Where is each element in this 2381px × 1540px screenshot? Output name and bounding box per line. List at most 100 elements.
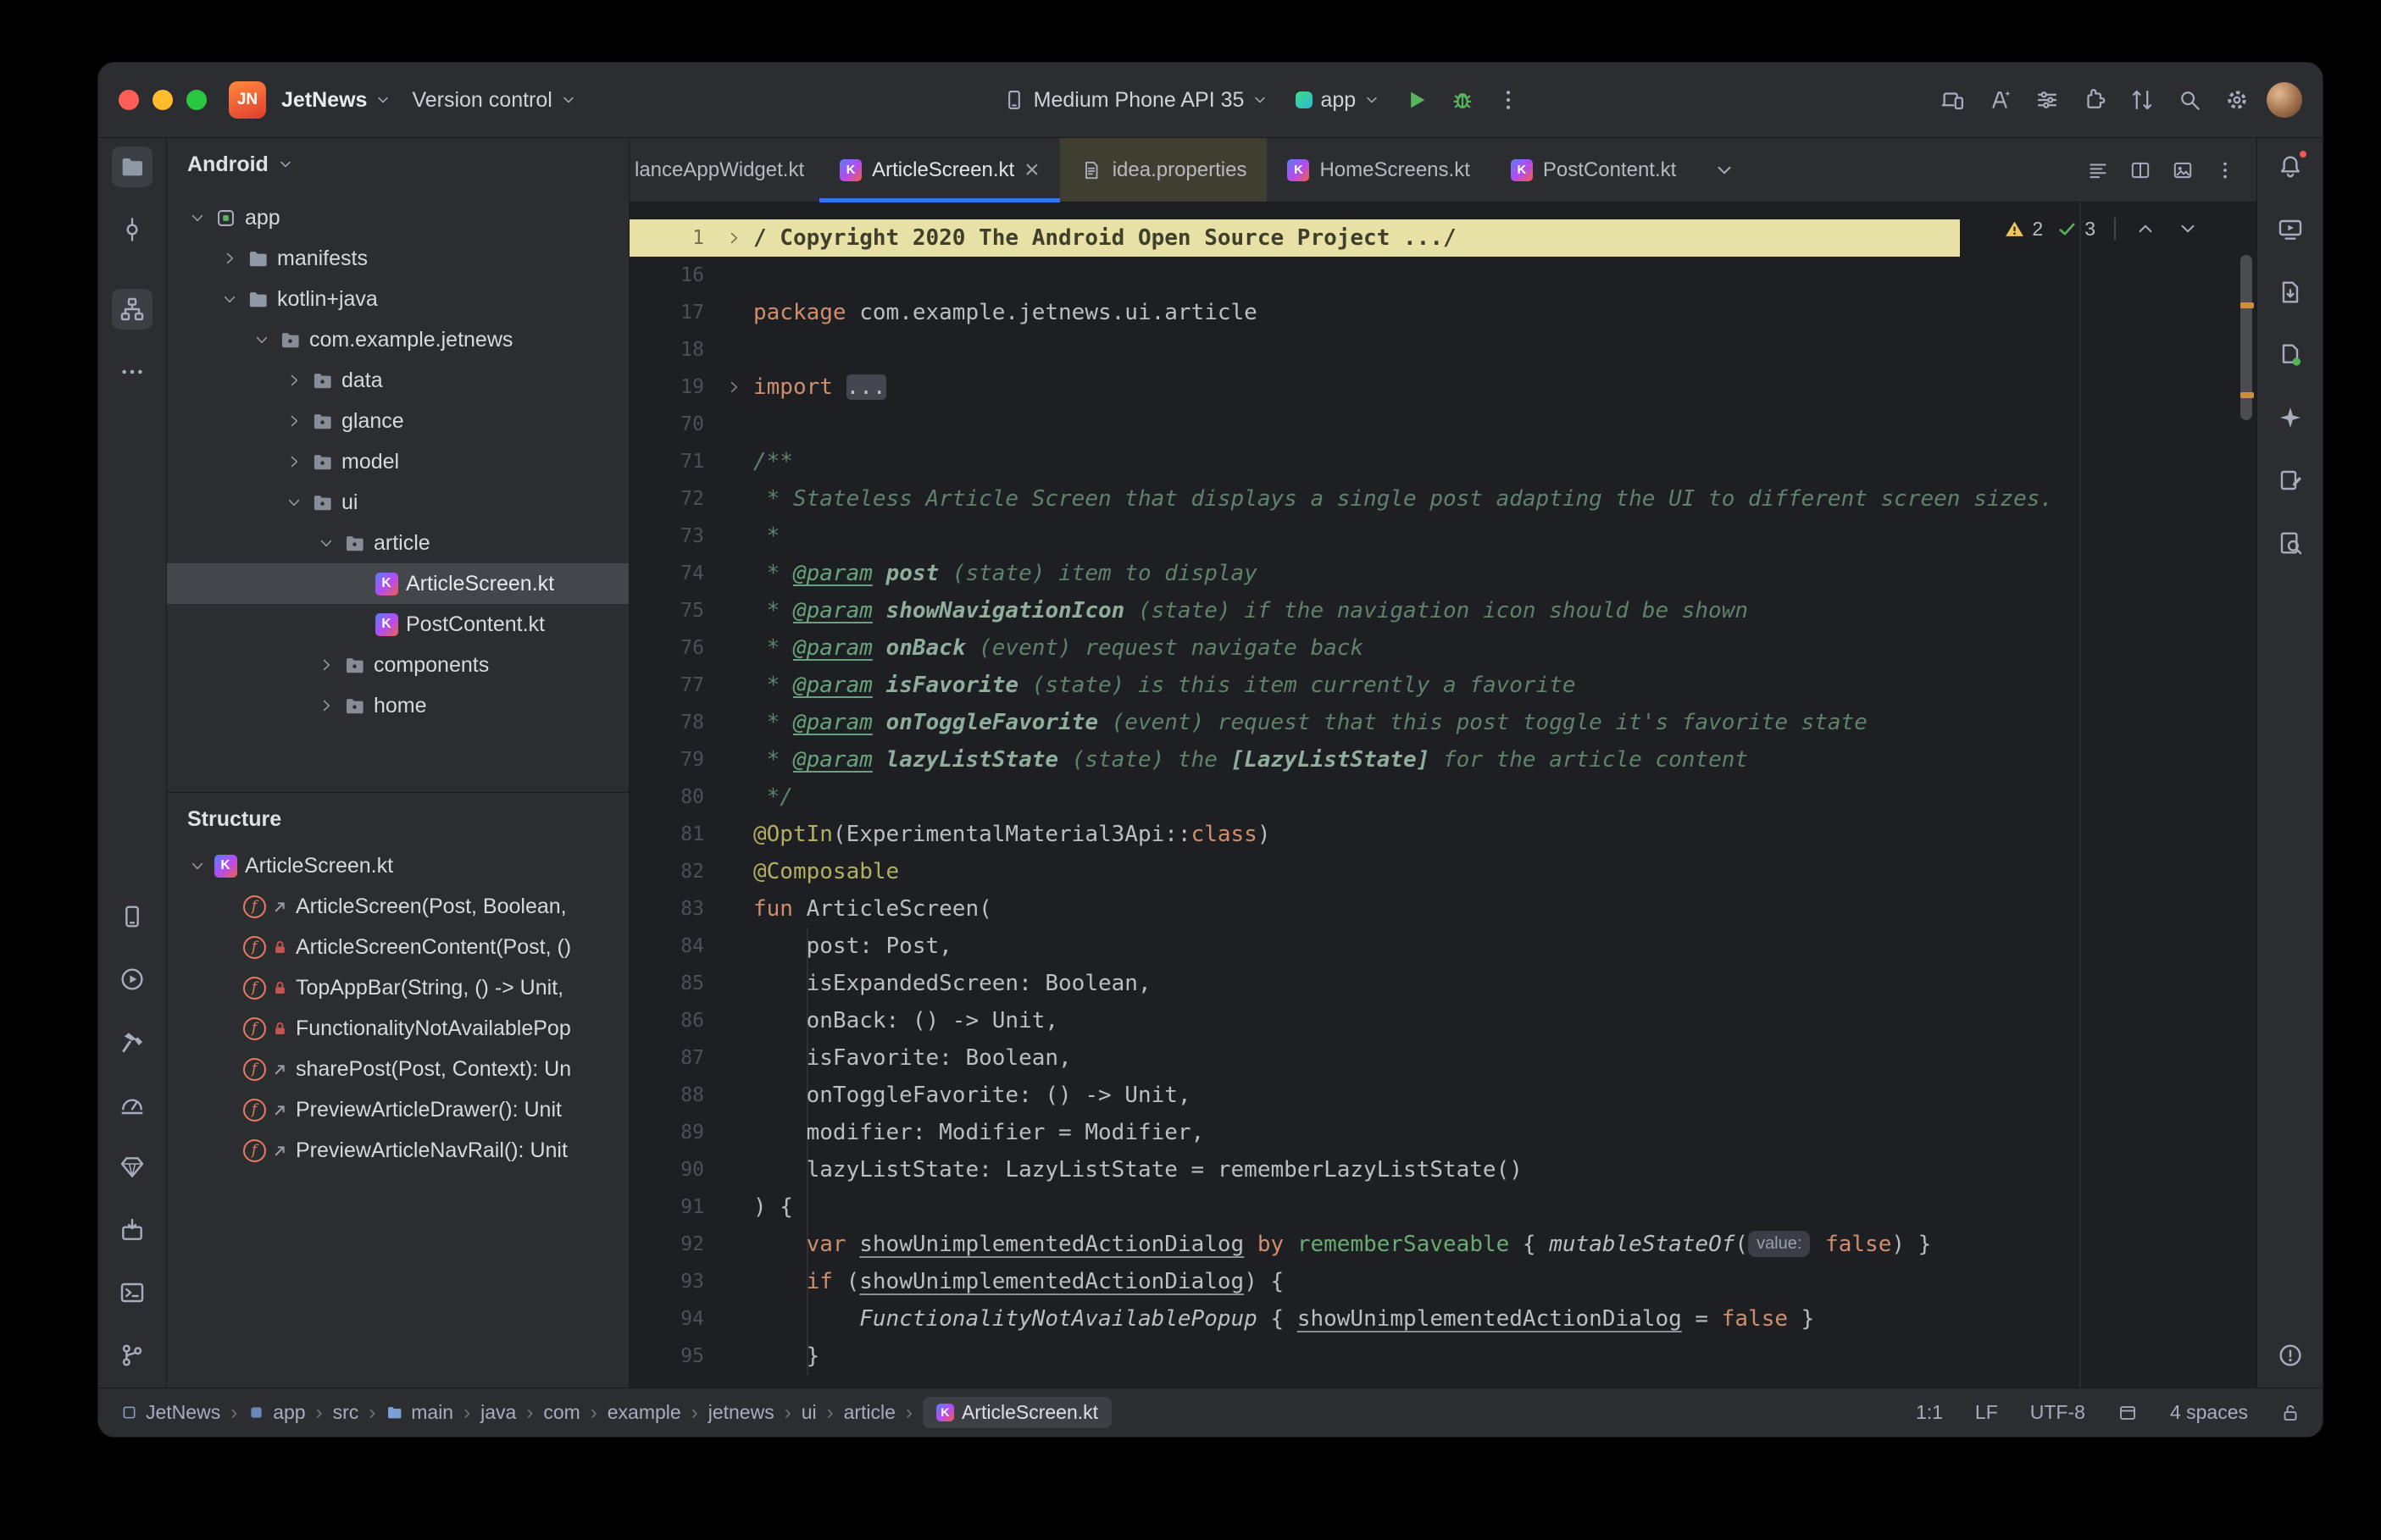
gemini-button[interactable] (2270, 397, 2311, 438)
dependencies-tool-button[interactable] (112, 1210, 153, 1250)
device-mirroring-button[interactable] (1933, 80, 1972, 119)
structure-item-previewarticledrawer-unit[interactable]: f PreviewArticleDrawer(): Unit (167, 1089, 629, 1130)
project-item-articlescreen-kt[interactable]: K ArticleScreen.kt (167, 563, 629, 604)
project-item-home[interactable]: home (167, 685, 629, 726)
user-avatar[interactable] (2266, 82, 2302, 118)
project-item-postcontent-kt[interactable]: K PostContent.kt (167, 604, 629, 645)
project-item-data[interactable]: data (167, 360, 629, 401)
chevron-down-icon[interactable] (216, 291, 243, 307)
code-line-74[interactable]: 74 * @param post (state) item to display (630, 555, 2256, 592)
chevron-right-icon[interactable] (280, 413, 308, 429)
terminal-tool-button[interactable] (112, 1272, 153, 1313)
plugins-button[interactable] (2075, 80, 2114, 119)
warning-count[interactable]: 2 (2032, 218, 2043, 241)
breadcrumb-jetnews[interactable]: jetnews (708, 1401, 774, 1424)
structure-root-articlescreen-kt[interactable]: K ArticleScreen.kt (167, 845, 629, 886)
breadcrumb-src[interactable]: src (333, 1401, 359, 1424)
code-line-95[interactable]: 95 } (630, 1338, 2256, 1375)
project-tool-button[interactable] (112, 147, 153, 187)
code-line-16[interactable]: 16 (630, 257, 2256, 294)
breadcrumb-example[interactable]: example (608, 1401, 681, 1424)
fold-icon[interactable] (725, 230, 742, 247)
structure-tool-button[interactable] (112, 289, 153, 330)
run-tool-button[interactable] (112, 959, 153, 1000)
code-line-17[interactable]: 17 package com.example.jetnews.ui.article (630, 294, 2256, 331)
device-manager-button[interactable] (2270, 335, 2311, 375)
commit-tool-button[interactable] (112, 209, 153, 250)
breadcrumb-ui[interactable]: ui (802, 1401, 817, 1424)
structure-item-sharepost-post-context-un[interactable]: f sharePost(Post, Context): Un (167, 1049, 629, 1089)
editor-options-button[interactable] (2207, 152, 2243, 188)
ai-assistant-button[interactable] (1980, 80, 2019, 119)
code-line-85[interactable]: 85 isExpandedScreen: Boolean, (630, 965, 2256, 1002)
editor-tab-articlescreen-kt[interactable]: K ArticleScreen.kt × (819, 138, 1060, 202)
chevron-down-icon[interactable] (248, 331, 275, 348)
code-line-87[interactable]: 87 isFavorite: Boolean, (630, 1039, 2256, 1077)
code-editor[interactable]: 1/ Copyright 2020 The Android Open Sourc… (630, 202, 2256, 1388)
project-item-manifests[interactable]: manifests (167, 238, 629, 279)
project-item-kotlin-java[interactable]: kotlin+java (167, 279, 629, 319)
structure-item-previewarticlenavrail-unit[interactable]: f PreviewArticleNavRail(): Unit (167, 1130, 629, 1171)
project-panel-header[interactable]: Android (167, 138, 629, 191)
indent-status[interactable]: 4 spaces (2170, 1401, 2248, 1424)
file-encoding[interactable]: UTF-8 (2030, 1401, 2085, 1424)
code-line-73[interactable]: 73 * (630, 518, 2256, 555)
project-item-com-example-jetnews[interactable]: com.example.jetnews (167, 319, 629, 360)
chevron-down-icon[interactable] (184, 857, 211, 874)
code-line-70[interactable]: 70 (630, 406, 2256, 443)
breadcrumb-jetnews[interactable]: JetNews (120, 1401, 220, 1424)
search-everywhere-button[interactable] (2170, 80, 2209, 119)
run-button[interactable] (1397, 80, 1436, 119)
close-tab-icon[interactable]: × (1024, 157, 1040, 183)
editor-tab-homescreens-kt[interactable]: K HomeScreens.kt (1267, 138, 1490, 202)
chevron-down-icon[interactable] (313, 535, 340, 551)
build-tool-button[interactable] (112, 1022, 153, 1062)
breadcrumb-main[interactable]: main (386, 1401, 453, 1424)
more-run-actions-button[interactable] (1489, 80, 1528, 119)
problems-button[interactable] (2270, 1335, 2311, 1376)
code-line-19[interactable]: 19 import ... (630, 368, 2256, 406)
app-quality-insights-button[interactable] (112, 1147, 153, 1188)
sync-project-button[interactable] (2123, 80, 2162, 119)
code-line-72[interactable]: 72 * Stateless Article Screen that displ… (630, 480, 2256, 518)
project-item-ui[interactable]: ui (167, 482, 629, 523)
chevron-down-icon[interactable] (280, 494, 308, 511)
profiler-tool-button[interactable] (112, 1084, 153, 1125)
structure-item-articlescreencontent-post[interactable]: f ArticleScreenContent(Post, () (167, 927, 629, 967)
structure-item-topappbar-string-unit[interactable]: f TopAppBar(String, () -> Unit, (167, 967, 629, 1008)
breadcrumb-app[interactable]: app (247, 1401, 306, 1424)
project-item-article[interactable]: article (167, 523, 629, 563)
project-item-model[interactable]: model (167, 441, 629, 482)
structure-panel-header[interactable]: Structure (167, 793, 629, 845)
code-line-78[interactable]: 78 * @param onToggleFavorite (event) req… (630, 704, 2256, 741)
code-line-71[interactable]: 71 /** (630, 443, 2256, 480)
chevron-right-icon[interactable] (313, 697, 340, 714)
structure-item-articlescreen-post-boolean[interactable]: f ArticleScreen(Post, Boolean, (167, 886, 629, 927)
line-separator[interactable]: LF (1975, 1401, 1998, 1424)
settings-button[interactable] (2217, 80, 2256, 119)
warning-stripe-mark[interactable] (2240, 302, 2254, 308)
project-item-app[interactable]: app (167, 197, 629, 238)
compose-preview-toggle-button[interactable] (2165, 152, 2201, 188)
run-config-selector[interactable]: app (1285, 81, 1390, 119)
code-line-82[interactable]: 82 @Composable (630, 853, 2256, 890)
breadcrumb-article[interactable]: article (844, 1401, 896, 1424)
close-window-button[interactable] (119, 90, 139, 110)
code-line-91[interactable]: 91) { (630, 1188, 2256, 1226)
split-editor-button[interactable] (2123, 152, 2158, 188)
warning-stripe-mark[interactable] (2240, 392, 2254, 398)
code-line-83[interactable]: 83 fun ArticleScreen( (630, 890, 2256, 928)
code-line-81[interactable]: 81 @OptIn(ExperimentalMaterial3Api::class… (630, 816, 2256, 853)
code-line-88[interactable]: 88 onToggleFavorite: () -> Unit, (630, 1077, 2256, 1114)
code-line-92[interactable]: 92 var showUnimplementedActionDialog by … (630, 1226, 2256, 1263)
compose-preview-button[interactable] (2270, 460, 2311, 501)
editor-tab-idea-properties[interactable]: idea.properties (1059, 138, 1268, 202)
breadcrumb-articlescreen-kt[interactable]: K ArticleScreen.kt (922, 1397, 1113, 1428)
code-line-86[interactable]: 86 onBack: () -> Unit, (630, 1002, 2256, 1039)
code-line-75[interactable]: 75 * @param showNavigationIcon (state) i… (630, 592, 2256, 629)
code-line-79[interactable]: 79 * @param lazyListState (state) the [L… (630, 741, 2256, 778)
find-tool-button[interactable] (2270, 523, 2311, 563)
editor-tab-lanceappwidget-kt[interactable]: lanceAppWidget.kt (630, 138, 819, 202)
editor-tab-postcontent-kt[interactable]: K PostContent.kt (1490, 138, 1696, 202)
code-line-18[interactable]: 18 (630, 331, 2256, 368)
